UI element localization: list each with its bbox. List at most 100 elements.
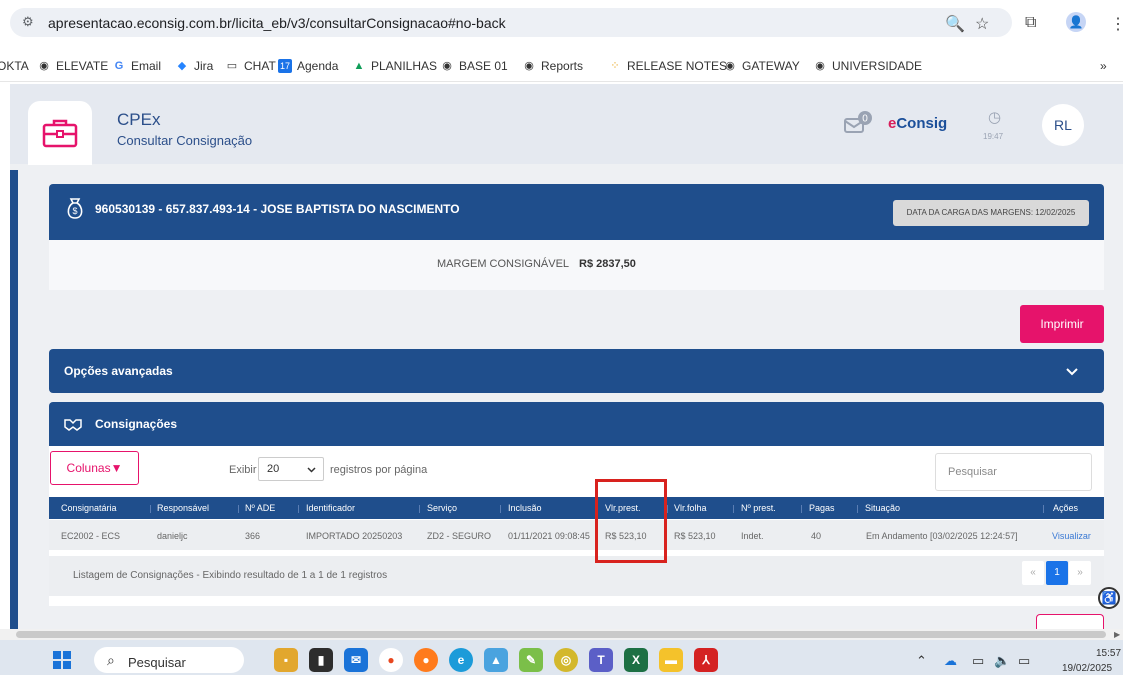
cell-ade: 366 [245, 531, 261, 541]
column-header[interactable]: Identificador [306, 503, 355, 513]
scroll-right-icon[interactable]: ▶ [1114, 630, 1120, 639]
consignments-header [49, 402, 1104, 446]
cell-servico: ZD2 - SEGURO [427, 531, 492, 541]
scrollbar-thumb[interactable] [16, 631, 1106, 638]
advanced-options-panel[interactable] [49, 349, 1104, 393]
app-icon[interactable]: ▲ [484, 648, 508, 672]
print-button[interactable]: Imprimir [1020, 305, 1104, 343]
logo-rest: Consig [896, 115, 948, 132]
column-header[interactable]: Responsável [157, 503, 209, 513]
browser-menu-icon[interactable]: ⋮ [1110, 14, 1123, 34]
teams-icon[interactable]: T [589, 648, 613, 672]
chrome-icon[interactable]: ● [379, 648, 403, 672]
edge-icon[interactable]: e [449, 648, 473, 672]
globe-icon: ◉ [524, 60, 534, 72]
firefox-icon[interactable]: ● [414, 648, 438, 672]
column-header[interactable]: Situação [865, 503, 900, 513]
accessibility-icon[interactable]: ♿ [1098, 587, 1120, 609]
notification-count: 0 [862, 114, 868, 125]
chevron-down-icon[interactable] [1066, 365, 1078, 377]
pagination-page-1[interactable]: 1 [1046, 561, 1068, 585]
pagination-next[interactable]: » [1069, 561, 1091, 585]
url-text[interactable]: apresentacao.econsig.com.br/licita_eb/v3… [48, 15, 506, 31]
bookmark-gateway[interactable]: ◉ GATEWAY [723, 59, 800, 73]
column-header[interactable]: Serviço [427, 503, 457, 513]
bookmark-planilhas[interactable]: ▲ PLANILHAS [352, 59, 437, 73]
bookmark-label: OKTA [0, 59, 29, 73]
acrobat-icon[interactable]: ⅄ [694, 648, 718, 672]
search-input[interactable] [935, 453, 1092, 491]
columns-button[interactable]: Colunas▼ [50, 451, 139, 485]
zoom-icon[interactable]: 🔍 [945, 14, 965, 34]
bookmark-jira[interactable]: ◆ Jira [175, 59, 214, 73]
handshake-icon [64, 419, 82, 431]
globe-icon: ◉ [815, 60, 825, 72]
bookmark-reports[interactable]: ◉ Reports [522, 59, 583, 73]
bookmark-label: Reports [541, 59, 584, 73]
briefcase-icon [42, 119, 78, 148]
bookmark-label: UNIVERSIDADE [832, 59, 923, 73]
excel-icon[interactable]: X [624, 648, 648, 672]
column-divider [857, 505, 858, 513]
bookmark-base01[interactable]: ◉ BASE 01 [440, 59, 508, 73]
money-bag-icon: $ [67, 198, 83, 219]
messages-icon[interactable]: 0 [843, 110, 873, 136]
session-time: 19:47 [983, 132, 1004, 141]
notepad-icon[interactable]: ✎ [519, 648, 543, 672]
margin-info: MARGEM CONSIGNÁVEL R$ 2837,50 [437, 258, 636, 270]
bookmark-label: RELEASE NOTES [627, 59, 728, 73]
column-header[interactable]: Vlr.folha [674, 503, 707, 513]
bookmark-star-icon[interactable]: ☆ [975, 14, 989, 34]
user-avatar[interactable]: RL [1042, 104, 1084, 146]
battery-icon[interactable]: ▭ [1018, 653, 1030, 669]
site-info-icon[interactable]: ⚙ [22, 14, 38, 30]
more-bookmarks-button[interactable]: » [1100, 59, 1107, 73]
cell-inclusao: 01/11/2021 09:08:45 [508, 531, 590, 541]
bookmark-universidade[interactable]: ◉ UNIVERSIDADE [813, 59, 922, 73]
pagination-prev[interactable]: « [1022, 561, 1044, 585]
jira-icon: ◆ [177, 60, 187, 72]
cell-vlr-folha: R$ 523,10 [674, 531, 716, 541]
taskbar-date[interactable]: 19/02/2025 [1062, 663, 1112, 674]
bookmark-label: GATEWAY [742, 59, 800, 73]
view-link[interactable]: Visualizar [1052, 531, 1091, 541]
column-header[interactable]: Nº prest. [741, 503, 776, 513]
network-icon[interactable]: ▭ [972, 653, 984, 669]
column-divider [238, 505, 239, 513]
volume-icon[interactable]: 🔈 [994, 653, 1010, 669]
bookmark-release-notes[interactable]: ⁘ RELEASE NOTES [608, 59, 727, 73]
bookmark-agenda[interactable]: 17 Agenda [278, 59, 338, 73]
taskbar-search-label: Pesquisar [128, 655, 186, 670]
outlook-icon[interactable]: ✉ [344, 648, 368, 672]
file-explorer-icon[interactable]: ▬ [659, 648, 683, 672]
google-icon: G [114, 60, 124, 72]
task-view-icon[interactable]: ▮ [309, 648, 333, 672]
taskbar-time[interactable]: 15:57 [1096, 648, 1121, 659]
cell-identificador: IMPORTADO 20250203 [306, 531, 403, 541]
column-header[interactable]: Consignatária [61, 503, 117, 513]
sidebar-strip [10, 170, 18, 630]
tray-chevron-up-icon[interactable]: ⌃ [916, 653, 927, 669]
widget-app-icon[interactable]: ▪ [274, 648, 298, 672]
bookmark-email[interactable]: G Email [112, 59, 161, 73]
column-divider [667, 505, 668, 513]
column-divider [419, 505, 420, 513]
calendar-icon: 17 [278, 59, 292, 73]
column-header[interactable]: Pagas [809, 503, 835, 513]
extensions-icon[interactable]: ⧉ [1025, 14, 1036, 32]
bookmark-okta[interactable]: OKTA [0, 59, 29, 73]
app-round-icon[interactable]: ◎ [554, 648, 578, 672]
bookmark-chat[interactable]: ▭ CHAT [225, 59, 276, 73]
partial-button[interactable] [1036, 614, 1104, 630]
column-divider [150, 505, 151, 513]
clock-icon: ◷ [988, 109, 1002, 126]
page-title: Consultar Consignação [117, 133, 253, 148]
bookmark-elevate[interactable]: ◉ ELEVATE [37, 59, 108, 73]
column-header[interactable]: Nº ADE [245, 503, 275, 513]
windows-start-icon[interactable] [53, 651, 71, 669]
bookmarks-bar: OKTA ◉ ELEVATE G Email ◆ Jira ▭ CHAT 17 Agend… [0, 44, 1123, 82]
column-header[interactable]: Inclusão [508, 503, 542, 513]
onedrive-icon[interactable]: ☁ [944, 653, 957, 669]
profile-icon[interactable]: 👤 [1066, 12, 1086, 32]
svg-text:$: $ [72, 206, 77, 216]
